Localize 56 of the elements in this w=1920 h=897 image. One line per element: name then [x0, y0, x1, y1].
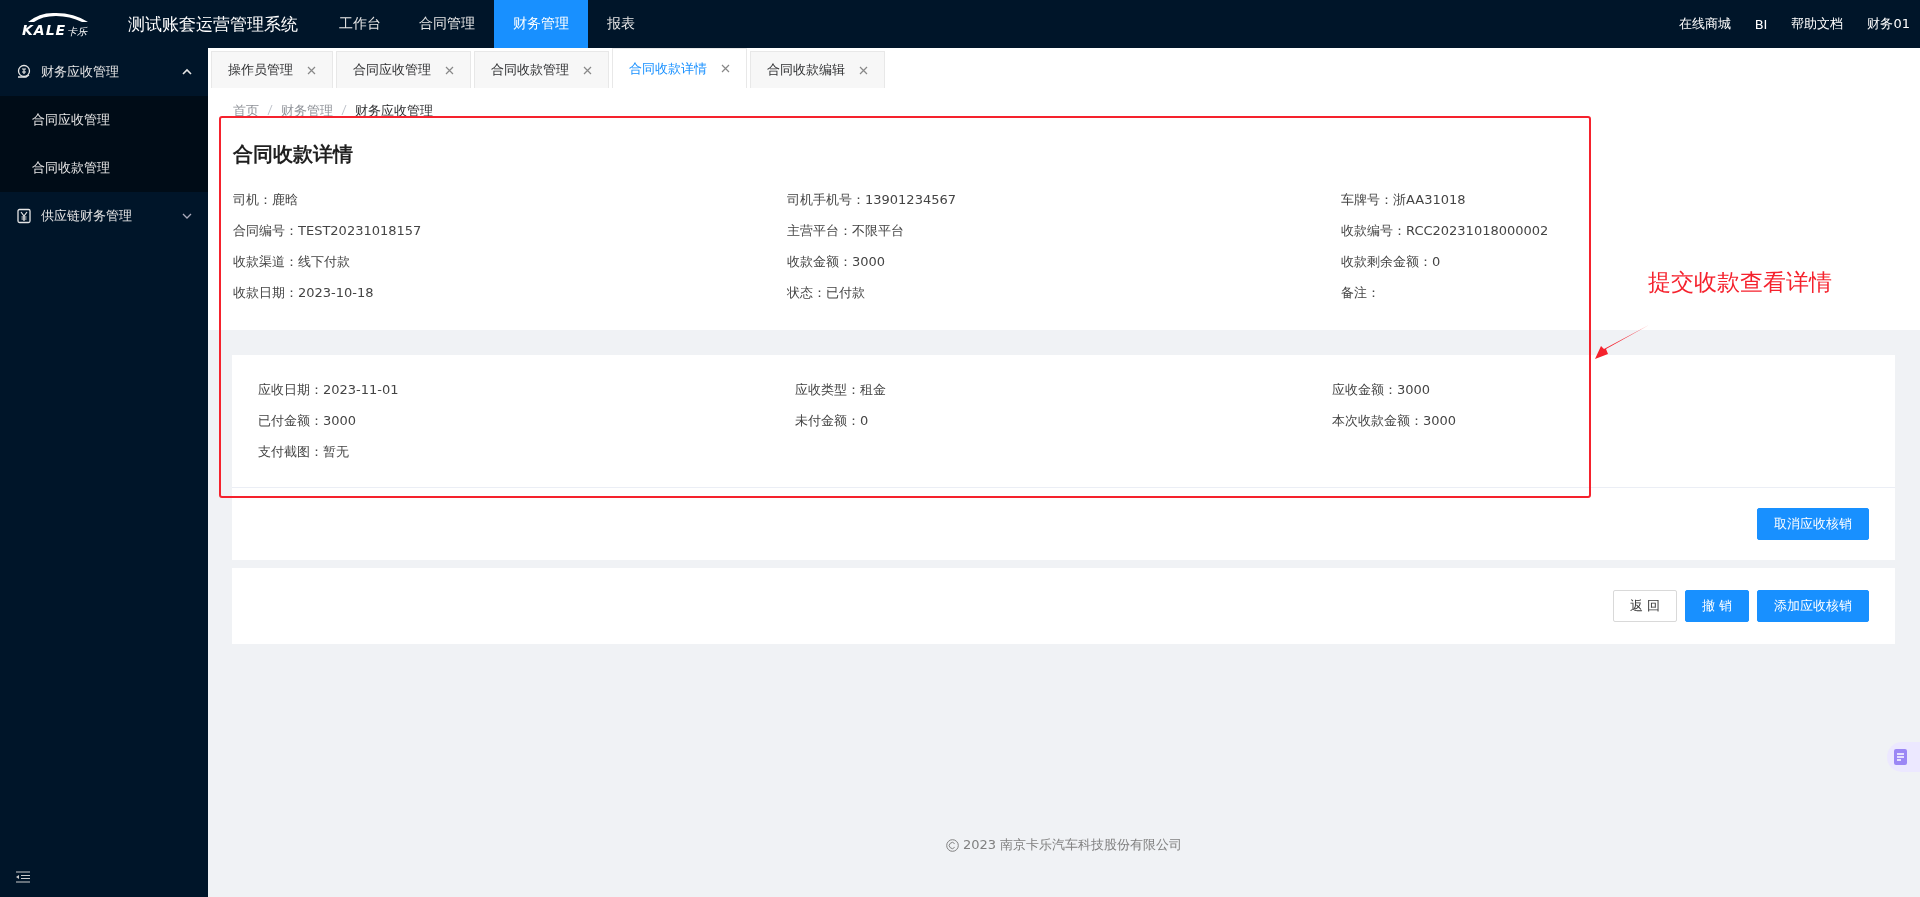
- detail-field: 车牌号：浙AA31018: [1341, 189, 1466, 211]
- page-tab[interactable]: 操作员管理: [211, 51, 333, 88]
- breadcrumb-item: 财务应收管理: [355, 102, 433, 118]
- detail-field: 未付金额：0: [795, 410, 869, 432]
- action-button[interactable]: 返 回: [1612, 590, 1677, 622]
- header-link[interactable]: 财务01: [1867, 15, 1910, 33]
- submenu-item[interactable]: 合同收款管理: [0, 144, 208, 192]
- detail-field: 支付截图：暂无: [258, 441, 349, 463]
- page-tab[interactable]: 合同收款编辑: [750, 51, 885, 88]
- submenu-item[interactable]: 合同应收管理: [0, 96, 208, 144]
- logo-subtext: 卡乐: [67, 26, 88, 37]
- close-icon[interactable]: [445, 65, 454, 75]
- menu-item[interactable]: 财务应收管理: [0, 48, 208, 96]
- detail-field: 司机：鹿晗: [233, 189, 298, 211]
- close-icon[interactable]: [307, 65, 316, 75]
- page-tab[interactable]: 合同收款管理: [474, 51, 609, 88]
- header-link[interactable]: BI: [1754, 16, 1768, 32]
- collapse-menu-icon[interactable]: [16, 871, 30, 883]
- chevron-up-icon: [182, 67, 192, 77]
- detail-field: 收款编号：RCC20231018000002: [1341, 220, 1549, 242]
- nav-tab[interactable]: 报表: [588, 0, 654, 48]
- close-icon[interactable]: [721, 64, 730, 73]
- detail-field: 本次收款金额：3000: [1332, 410, 1457, 432]
- detail-field: 收款剩余金额：0: [1341, 251, 1441, 273]
- detail-field: 状态：已付款: [787, 282, 865, 304]
- detail-field: 收款渠道：线下付款: [233, 251, 350, 273]
- logo-text: KALE: [22, 23, 67, 37]
- header-link[interactable]: 在线商城: [1678, 15, 1731, 33]
- money-hand-icon: [16, 64, 32, 80]
- detail-field: 司机手机号：13901234567: [787, 189, 956, 211]
- detail-field: 备注：: [1341, 282, 1380, 304]
- detail-field: 应收类型：租金: [795, 379, 886, 401]
- yen-icon: [16, 208, 32, 224]
- nav-tab[interactable]: 工作台: [320, 0, 400, 48]
- page-tab[interactable]: 合同应收管理: [336, 51, 471, 88]
- detail-field: 已付金额：3000: [258, 410, 357, 432]
- annotation-text: 提交收款查看详情: [1648, 268, 1832, 297]
- close-icon[interactable]: [859, 65, 868, 75]
- detail-field: 收款金额：3000: [787, 251, 886, 273]
- chevron-down-icon: [182, 211, 192, 221]
- detail-field: 应收金额：3000: [1332, 379, 1431, 401]
- footer-text: 2023 南京卡乐汽车科技股份有限公司: [962, 836, 1183, 854]
- detail-field: 主营平台：不限平台: [787, 220, 904, 242]
- slash-separator-icon: [267, 103, 273, 117]
- nav-tab[interactable]: 合同管理: [400, 0, 494, 48]
- header-link[interactable]: 帮助文档: [1791, 15, 1844, 33]
- detail-field: 合同编号：TEST20231018157: [233, 220, 422, 242]
- copyright-icon: [945, 838, 959, 852]
- app-title: 测试账套运营管理系统: [128, 12, 298, 36]
- menu-item[interactable]: 供应链财务管理: [0, 192, 208, 240]
- document-chat-icon[interactable]: [1884, 741, 1920, 773]
- slash-separator-icon: [341, 103, 347, 117]
- detail-field: 应收日期：2023-11-01: [258, 379, 399, 401]
- close-icon[interactable]: [583, 65, 592, 75]
- detail-field: 收款日期：2023-10-18: [233, 282, 374, 304]
- page-title: 合同收款详情: [233, 141, 354, 168]
